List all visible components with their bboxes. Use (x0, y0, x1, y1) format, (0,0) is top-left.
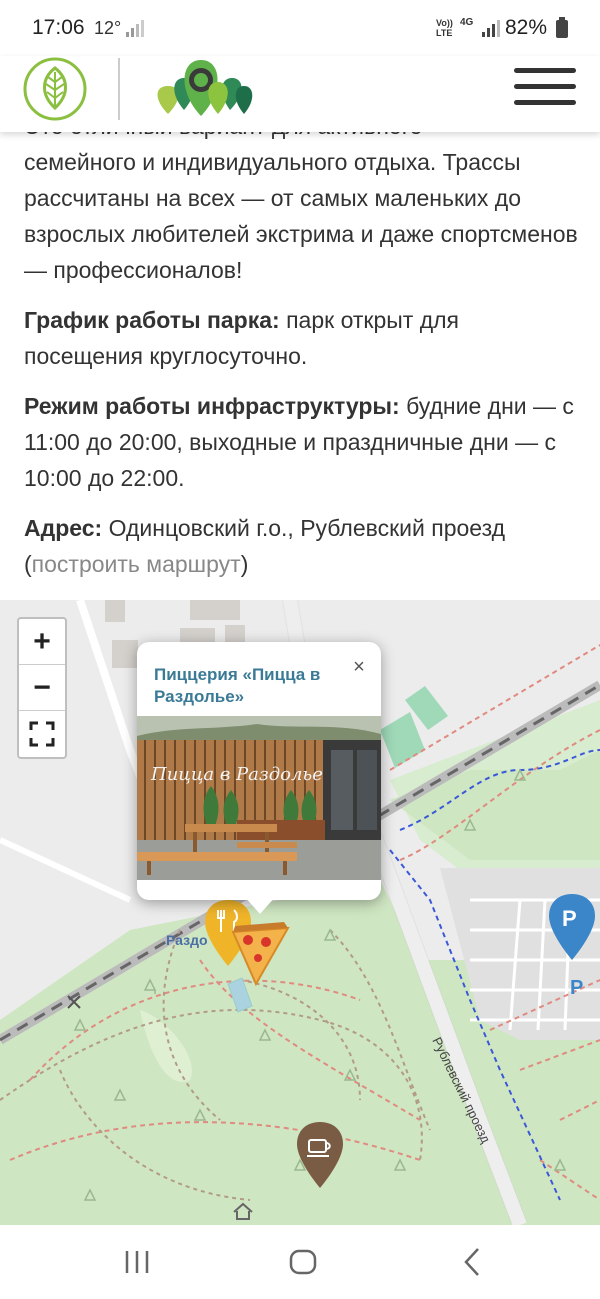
map-popup: Пиццерия «Пицца в Раздолье» × Пицца в Ра… (137, 642, 381, 900)
popup-title: Пиццерия «Пицца в Раздолье» (154, 665, 321, 706)
photo-sign: Пицца в Раздолье (150, 764, 323, 785)
map[interactable]: Раздо Рублевский проезд P P + − Пиццерия… (0, 600, 600, 1225)
site-header (0, 56, 600, 132)
menu-button[interactable] (514, 66, 578, 108)
network-type: 4G (460, 17, 474, 28)
schedule-label: График работы парка: (24, 307, 280, 333)
status-bar: 17:06 12° Vo)) LTE 4G 82% (0, 0, 600, 56)
signal-icon (482, 20, 500, 37)
home-icon[interactable] (286, 1245, 320, 1279)
infrastructure-label: Режим работы инфраструктуры: (24, 393, 400, 419)
pizzeria-photo: Пицца в Раздолье (137, 716, 381, 880)
back-icon[interactable] (456, 1245, 490, 1279)
leaf-logo-icon[interactable] (22, 56, 88, 122)
system-nav-bar (0, 1225, 600, 1299)
weak-signal-icon (126, 20, 144, 37)
trees-logo-icon[interactable] (150, 56, 254, 118)
zoom-control: + − (17, 617, 67, 759)
article-content: Это отличный вариант для активного семей… (24, 108, 580, 596)
parking-label: P (570, 977, 583, 999)
menu-icon (514, 68, 576, 73)
address-paragraph: Адрес: Одинцовский г.о., Рублевский прое… (24, 515, 506, 577)
route-link[interactable]: построить маршрут (32, 551, 241, 577)
fullscreen-icon (29, 721, 55, 747)
address-text: Одинцовский г.о., Рублевский проезд (102, 515, 506, 541)
volte-indicator: Vo)) LTE (436, 18, 453, 38)
schedule-paragraph: График работы парка: парк открыт для пос… (24, 302, 580, 374)
status-time: 17:06 (32, 16, 85, 39)
place-label: Раздо (166, 932, 208, 948)
infrastructure-paragraph: Режим работы инфраструктуры: будние дни … (24, 388, 580, 496)
fullscreen-button[interactable] (19, 711, 65, 757)
address-label: Адрес: (24, 515, 103, 541)
recent-apps-icon[interactable] (120, 1245, 154, 1279)
logo-divider (118, 58, 120, 120)
popup-tip (244, 896, 276, 914)
battery-percent: 82% (505, 16, 548, 39)
battery-icon (556, 17, 568, 38)
intro-text: семейного и индивидуального отдыха. Трас… (24, 149, 578, 283)
status-temperature: 12° (94, 18, 122, 38)
svg-text:P: P (562, 906, 577, 931)
zoom-in-button[interactable]: + (19, 619, 65, 665)
intro-paragraph: Это отличный вариант для активного семей… (24, 108, 580, 288)
popup-close-button[interactable]: × (349, 656, 369, 678)
zoom-out-button[interactable]: − (19, 665, 65, 711)
